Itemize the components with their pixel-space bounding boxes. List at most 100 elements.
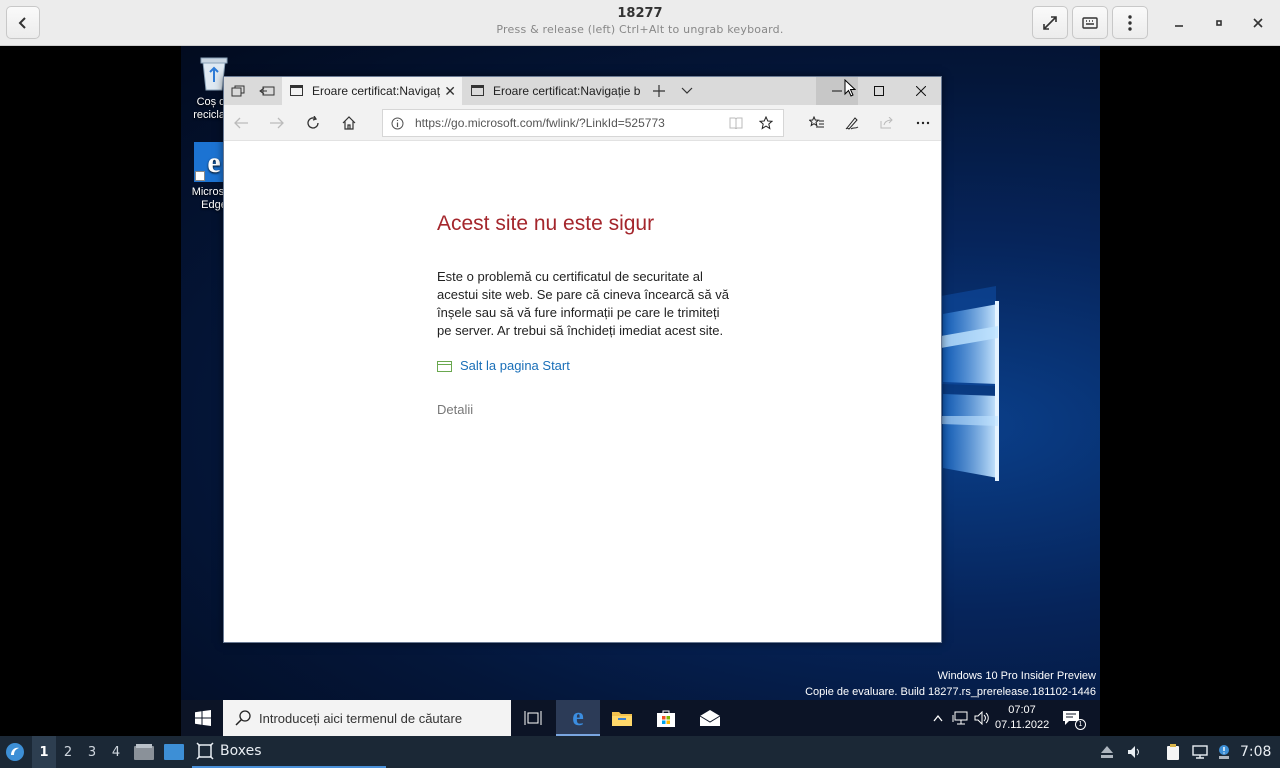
chevron-down-icon <box>681 87 693 94</box>
edge-maximize-button[interactable] <box>858 77 900 105</box>
close-button[interactable] <box>1243 6 1273 39</box>
updates-button[interactable] <box>1211 736 1237 768</box>
clock-date: 07.11.2022 <box>995 719 1050 731</box>
address-bar[interactable]: https://go.microsoft.com/fwlink/?LinkId=… <box>382 109 784 137</box>
share-icon <box>880 117 893 129</box>
desktop-launcher[interactable] <box>161 736 187 768</box>
maximize-button[interactable] <box>1204 6 1234 39</box>
network-icon <box>952 711 968 725</box>
taskbar-file-explorer-button[interactable] <box>600 700 644 736</box>
tab-list-button[interactable] <box>673 77 701 105</box>
minimize-icon <box>1175 24 1183 27</box>
file-manager-icon <box>134 744 154 760</box>
refresh-button[interactable] <box>296 109 330 137</box>
taskbar-search-box[interactable]: Introduceți aici termenul de căutare <box>223 700 511 736</box>
details-link[interactable]: Detalii <box>437 402 473 417</box>
start-page-icon <box>437 360 452 372</box>
workspace-1[interactable]: 1 <box>32 736 56 768</box>
tab-page-icon <box>471 85 484 96</box>
windows-desktop[interactable]: Coș de reciclare e Microsoft Edge Eroare… <box>181 46 1100 736</box>
show-desktop-icon <box>164 744 184 760</box>
workspace-2[interactable]: 2 <box>56 736 80 768</box>
settings-more-button[interactable] <box>906 109 940 137</box>
taskbar-mail-button[interactable] <box>688 700 732 736</box>
eject-icon <box>1101 746 1113 758</box>
favorites-list-icon <box>809 116 824 128</box>
workspace-3[interactable]: 3 <box>80 736 104 768</box>
taskbar-store-button[interactable] <box>644 700 688 736</box>
start-button[interactable] <box>181 700 225 736</box>
windows-wallpaper-logo <box>941 286 999 481</box>
eject-tray-button[interactable] <box>1094 736 1120 768</box>
fullscreen-icon <box>1043 15 1057 30</box>
update-alert-icon <box>1219 745 1229 759</box>
keyboard-icon <box>1082 16 1098 29</box>
host-clock[interactable]: 7:08 <box>1240 736 1271 768</box>
navigation-bar: https://go.microsoft.com/fwlink/?LinkId=… <box>224 105 941 141</box>
boxes-task-label: Boxes <box>220 743 262 759</box>
forward-button[interactable] <box>260 109 294 137</box>
url-text: https://go.microsoft.com/fwlink/?LinkId=… <box>415 116 665 130</box>
watermark-line-1: Windows 10 Pro Insider Preview <box>937 670 1096 682</box>
tab-2[interactable]: Eroare certificat:Navigație b <box>463 77 643 105</box>
info-icon[interactable] <box>391 117 404 130</box>
taskbar-edge-button[interactable]: e <box>556 700 600 736</box>
close-icon <box>1253 17 1263 28</box>
menu-button[interactable] <box>1112 6 1148 39</box>
workspace-4[interactable]: 4 <box>104 736 128 768</box>
app-menu-button[interactable] <box>2 736 28 768</box>
tab-1-label: Eroare certificat:Navigaț <box>312 84 441 98</box>
store-bag-icon <box>657 710 675 727</box>
add-notes-button[interactable] <box>835 109 869 137</box>
evaluation-watermark: Windows 10 Pro Insider Preview Copie de … <box>805 668 1096 700</box>
reading-view-icon[interactable] <box>729 117 743 129</box>
shortcut-arrow-icon <box>195 171 205 181</box>
minimize-button[interactable] <box>1164 6 1194 39</box>
file-manager-launcher[interactable] <box>131 736 157 768</box>
fullscreen-button[interactable] <box>1032 6 1068 39</box>
clipboard-button[interactable] <box>1160 736 1186 768</box>
tab-close-icon[interactable]: ✕ <box>444 83 456 100</box>
action-center-button[interactable]: 1 <box>1051 700 1091 736</box>
set-tabs-aside-button[interactable] <box>253 77 281 105</box>
tab-page-icon <box>290 85 303 96</box>
volume-tray-button[interactable] <box>971 700 993 736</box>
boxes-app-icon <box>196 742 214 760</box>
more-dots-icon <box>916 121 930 125</box>
maximize-icon <box>1216 19 1222 26</box>
back-button[interactable] <box>224 109 258 137</box>
tab-1[interactable]: Eroare certificat:Navigaț ✕ <box>282 77 462 105</box>
go-to-start-link[interactable]: Salt la pagina Start <box>437 358 570 373</box>
close-icon <box>916 86 926 96</box>
tab-preview-button[interactable] <box>224 77 252 105</box>
favorites-hub-button[interactable] <box>800 109 834 137</box>
task-view-button[interactable] <box>511 700 555 736</box>
mail-icon <box>699 710 721 726</box>
edge-window: Eroare certificat:Navigaț ✕ Eroare certi… <box>223 76 942 643</box>
edge-close-button[interactable] <box>900 77 942 105</box>
taskbar-clock[interactable]: 07:07 07.11.2022 <box>995 703 1049 733</box>
taskbar-boxes-window[interactable]: Boxes <box>192 736 386 768</box>
error-title: Acest site nu este sigur <box>437 212 655 235</box>
show-hidden-icons-button[interactable] <box>929 700 947 736</box>
vm-display[interactable]: Coș de reciclare e Microsoft Edge Eroare… <box>0 46 1280 736</box>
volume-button[interactable] <box>1122 736 1148 768</box>
chevron-up-icon <box>933 714 943 722</box>
set-aside-icon <box>259 86 275 96</box>
watermark-line-2: Copie de evaluare. Build 18277.rs_prerel… <box>805 686 1096 698</box>
boxes-header-bar: 18277 Press & release (left) Ctrl+Alt to… <box>0 0 1280 46</box>
favorite-star-icon[interactable] <box>759 116 773 130</box>
new-tab-button[interactable] <box>645 77 673 105</box>
kebab-menu-icon <box>1128 14 1132 31</box>
host-panel: 1 2 3 4 Boxes 7:08 <box>0 736 1280 768</box>
go-to-start-label: Salt la pagina Start <box>460 358 570 373</box>
tab-bar: Eroare certificat:Navigaț ✕ Eroare certi… <box>224 77 941 105</box>
clipboard-icon <box>1167 744 1179 760</box>
network-button[interactable] <box>1187 736 1213 768</box>
share-button[interactable] <box>870 109 904 137</box>
network-tray-button[interactable] <box>949 700 971 736</box>
home-button[interactable] <box>332 109 366 137</box>
tab-2-label: Eroare certificat:Navigație b <box>493 84 641 98</box>
keyboard-button[interactable] <box>1072 6 1108 39</box>
clock-time: 07:07 <box>1008 704 1036 716</box>
